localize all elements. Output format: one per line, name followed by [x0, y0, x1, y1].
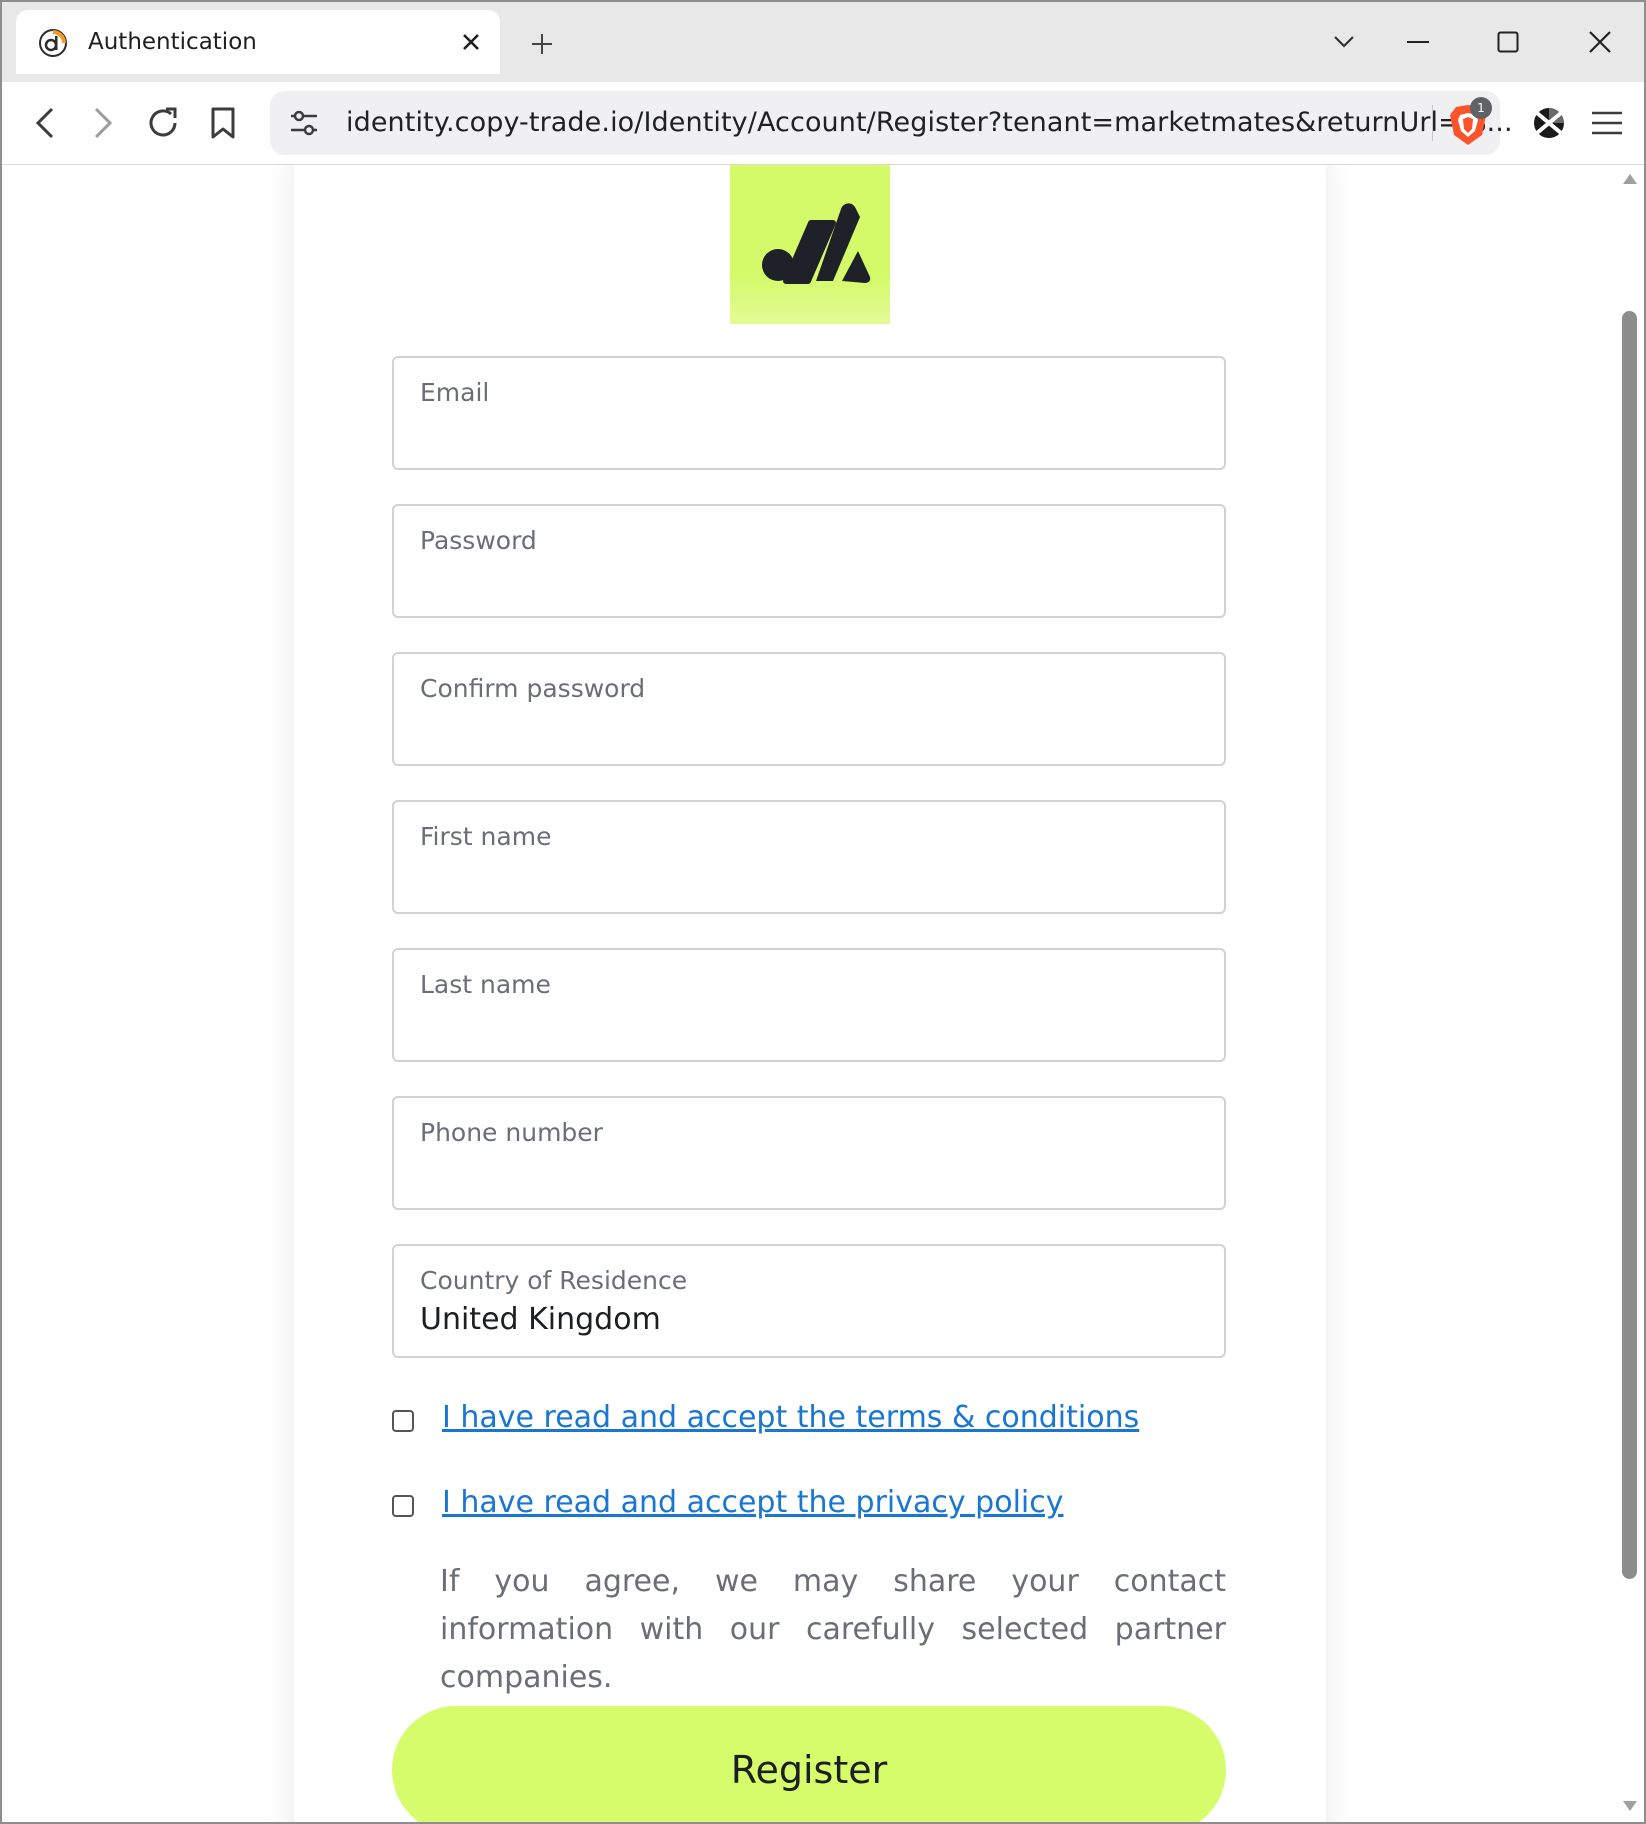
password-field[interactable]: Password [392, 504, 1226, 618]
last-name-field[interactable]: Last name [392, 948, 1226, 1062]
forward-icon[interactable] [82, 102, 124, 144]
confirm-password-field[interactable]: Confirm password [392, 652, 1226, 766]
tab-search-chevron-icon[interactable] [1316, 16, 1372, 68]
browser-toolbar: identity.copy-trade.io/Identity/Account/… [2, 82, 1644, 165]
country-value: United Kingdom [420, 1302, 661, 1337]
privacy-link[interactable]: I have read and accept the privacy polic… [442, 1485, 1064, 1520]
terms-link[interactable]: I have read and accept the terms & condi… [442, 1400, 1139, 1435]
tab-close-icon[interactable] [454, 25, 488, 59]
address-bar[interactable]: identity.copy-trade.io/Identity/Account/… [270, 91, 1513, 155]
menu-icon[interactable] [1586, 102, 1628, 144]
page-viewport: Email Password Confirm password First na… [2, 165, 1622, 1822]
privacy-note: If you agree, we may share your contact … [440, 1564, 1226, 1695]
email-label: Email [420, 378, 490, 407]
scroll-thumb[interactable] [1622, 311, 1637, 1579]
brand-logo-mark [762, 203, 871, 284]
brand-logo [730, 165, 890, 324]
confirm-password-label: Confirm password [420, 674, 646, 703]
window-close-icon[interactable] [1572, 16, 1628, 68]
scroll-down-icon[interactable] [1622, 1800, 1638, 1812]
scroll-up-icon[interactable] [1622, 173, 1638, 185]
last-name-label: Last name [420, 970, 551, 999]
reload-icon[interactable] [142, 102, 184, 144]
address-bar-divider [1432, 105, 1433, 141]
shields-count-badge: 1 [1470, 97, 1492, 119]
favicon-icon [39, 29, 67, 57]
first-name-label: First name [420, 822, 552, 851]
privacy-checkbox[interactable] [392, 1495, 414, 1517]
first-name-field[interactable]: First name [392, 800, 1226, 914]
password-label: Password [420, 526, 537, 555]
register-button[interactable]: Register [392, 1706, 1226, 1822]
vertical-scrollbar[interactable] [1622, 165, 1644, 1822]
country-label: Country of Residence [420, 1266, 688, 1295]
extension-icon[interactable] [1528, 102, 1570, 144]
terms-checkbox[interactable] [392, 1410, 414, 1432]
minimize-icon[interactable] [1390, 16, 1446, 68]
tab-strip: Authentication [2, 2, 1644, 82]
country-select[interactable]: Country of Residence United Kingdom [392, 1244, 1226, 1358]
tab-title: Authentication [88, 29, 257, 55]
bookmark-icon[interactable] [202, 102, 244, 144]
back-icon[interactable] [24, 102, 66, 144]
new-tab-icon[interactable] [522, 24, 562, 64]
browser-window: Authentication identity.copy-trade.io/Id… [0, 0, 1646, 1824]
site-info-icon[interactable] [284, 103, 324, 143]
phone-number-field[interactable]: Phone number [392, 1096, 1226, 1210]
url-text: identity.copy-trade.io/Identity/Account/… [346, 107, 1513, 138]
phone-number-label: Phone number [420, 1118, 603, 1147]
maximize-icon[interactable] [1480, 16, 1536, 68]
tab-authentication[interactable]: Authentication [16, 10, 500, 74]
email-field[interactable]: Email [392, 356, 1226, 470]
